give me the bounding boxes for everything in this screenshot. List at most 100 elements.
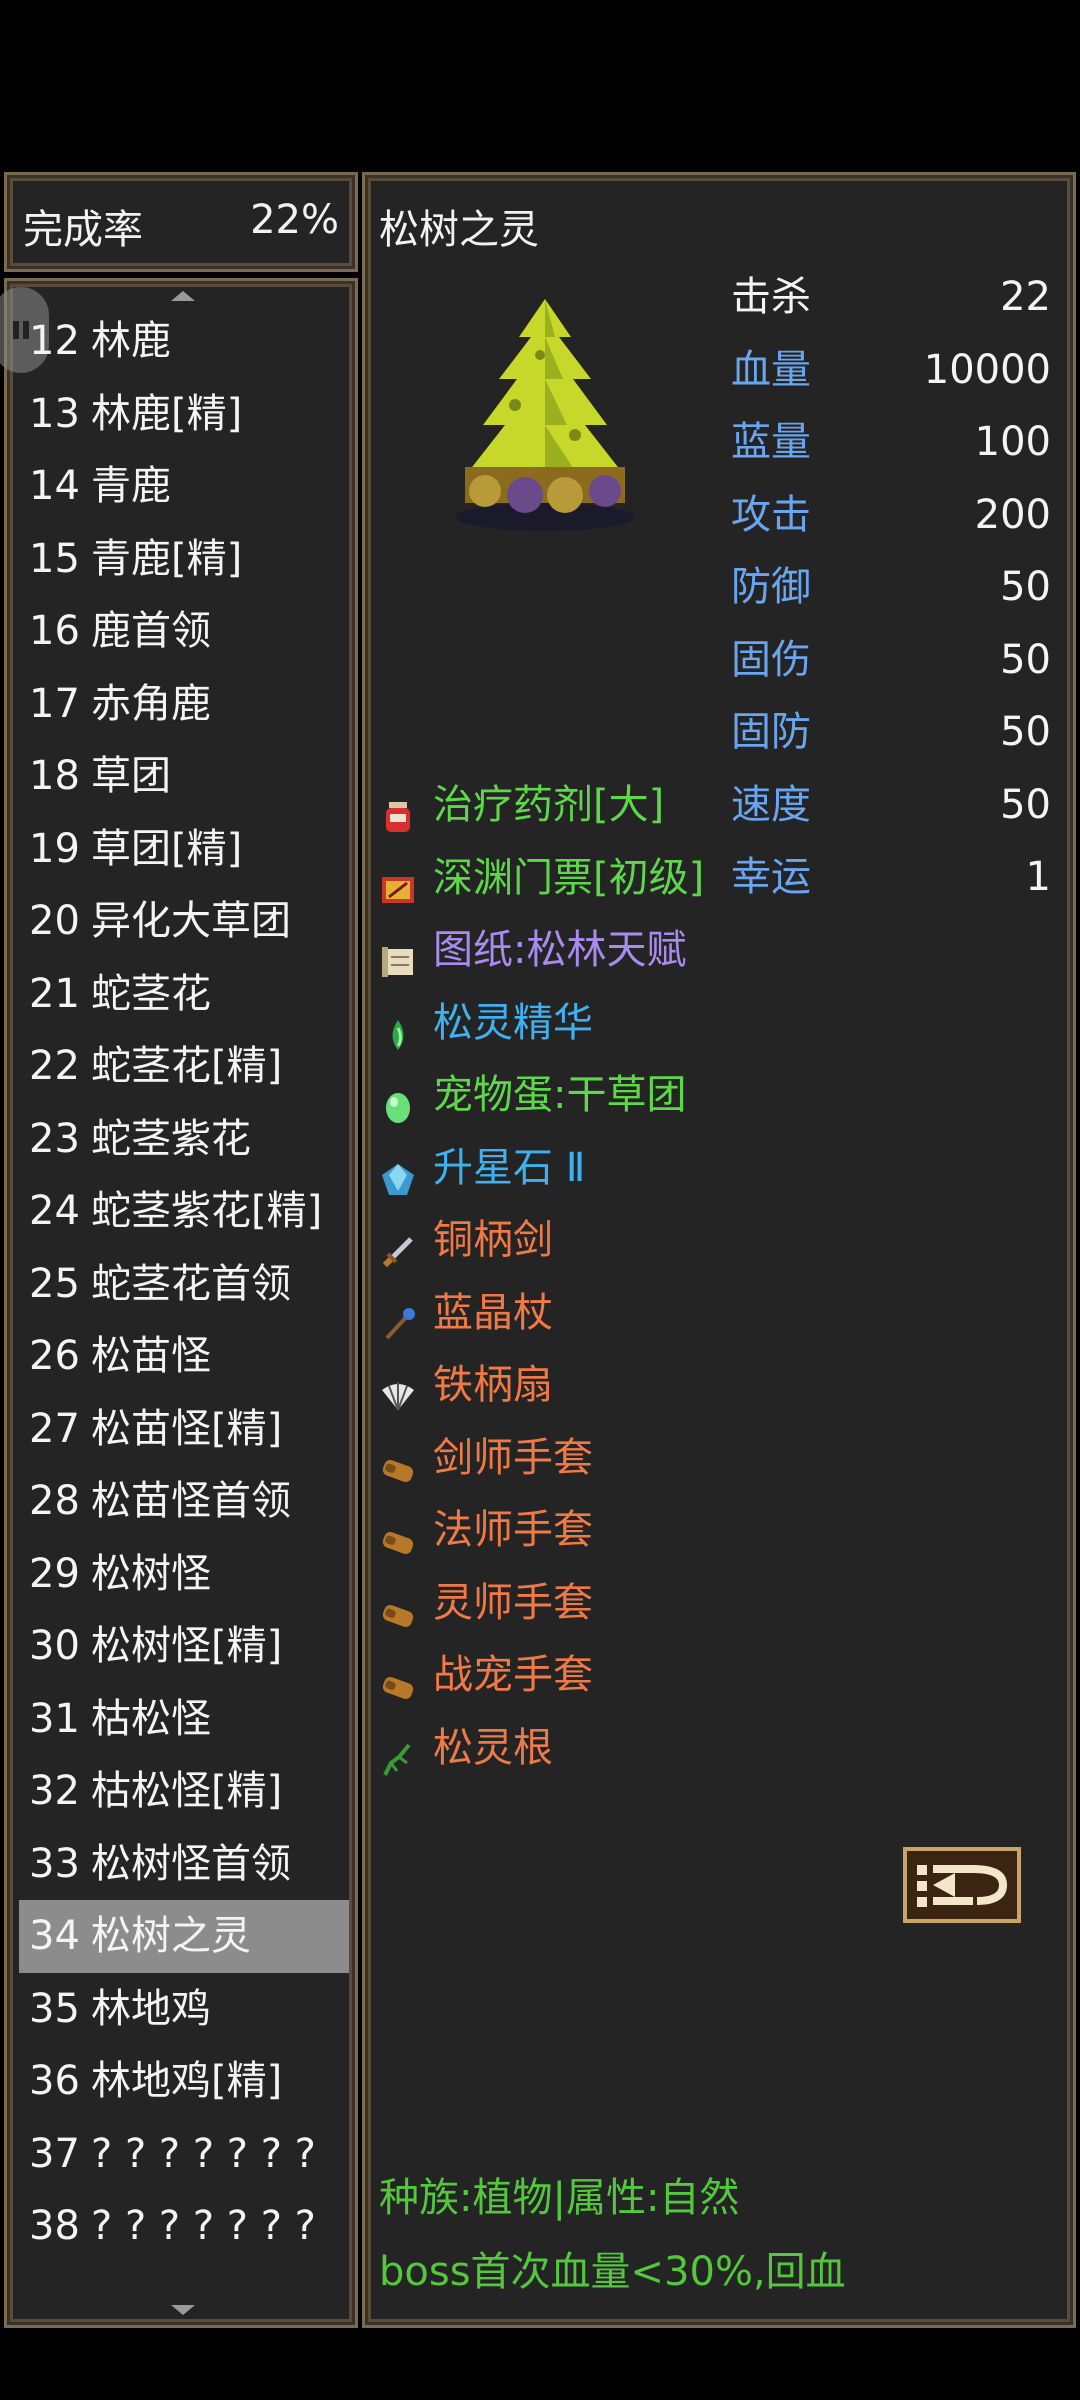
back-button[interactable] [903,1847,1021,1923]
list-item-number: 14 [29,463,80,509]
scroll-icon [379,932,417,977]
list-item[interactable]: 18 草团 [19,740,349,813]
drop-item[interactable]: 升星石 Ⅱ [379,1132,739,1205]
drop-item-name: 宠物蛋:干草团 [433,1072,687,1118]
list-item[interactable]: 27 松苗怪[精] [19,1393,349,1466]
drop-item-name: 蓝晶杖 [433,1289,553,1336]
stat-value: 100 [974,419,1051,465]
list-item[interactable]: 23 蛇茎紫花 [19,1103,349,1176]
egg-icon [379,1077,417,1123]
stat-row: 蓝量 100 [731,406,1051,479]
list-item-name: ? ? ? ? ? ? ? [91,2203,316,2249]
drop-item[interactable]: 治疗药剂[大] [379,769,739,842]
list-item[interactable]: 26 松苗怪 [19,1320,349,1393]
list-item[interactable]: 16 鹿首领 [19,595,349,668]
scroll-up-icon[interactable] [171,291,195,301]
monster-detail-panel: 松树之灵 击杀 22 血量 10000 蓝量 100 攻击 200 防御 50 固伤 50 固防 50 速度… [362,172,1076,2328]
list-item[interactable]: 12 林鹿 [19,305,349,378]
stat-row: 防御 50 [731,551,1051,624]
sword-icon [379,1222,417,1268]
stat-label: 幸运 [731,854,811,900]
list-item-number: 38 [29,2203,80,2249]
list-item-number: 21 [29,970,80,1017]
list-item[interactable]: 32 枯松怪[精] [19,1755,349,1828]
stat-value: 22 [1000,274,1051,320]
list-item-number: 27 [29,1405,80,1452]
list-item[interactable]: 37? ? ? ? ? ? ? [19,2118,349,2191]
stat-label: 蓝量 [731,419,811,465]
list-item[interactable]: 14 青鹿 [19,450,349,523]
drop-item[interactable]: 灵师手套 [379,1567,739,1640]
drop-item-name: 升星石 Ⅱ [433,1144,586,1191]
completion-panel: 完成率 22% [4,172,358,272]
drop-item-name: 图纸:松林天赋 [433,927,687,973]
fan-icon [379,1367,417,1411]
list-item[interactable]: 28 松苗怪首领 [19,1465,349,1538]
drop-item[interactable]: 宠物蛋:干草团 [379,1059,739,1132]
stat-row: 速度 50 [731,769,1051,842]
list-item[interactable]: 15 青鹿[精] [19,523,349,596]
monster-list-panel[interactable]: 12 林鹿 13 林鹿[精] 14 青鹿 15 青鹿[精] 16 鹿首领 17 赤角鹿 18 草团 19 草团… [0,278,358,2328]
drop-item[interactable]: 铁柄扇 [379,1349,739,1422]
drop-item-name: 铜柄剑 [433,1217,553,1263]
list-item-name: 蛇茎紫花[精] [91,1188,323,1234]
drop-item[interactable]: 战宠手套 [379,1639,739,1712]
drop-item[interactable]: 松灵根 [379,1712,739,1785]
drop-item[interactable]: 松灵精华 [379,987,739,1060]
list-item-number: 31 [29,1695,80,1742]
stat-label: 血量 [731,346,811,393]
drop-item[interactable]: 深渊门票[初级] [379,842,739,915]
list-item-name: 松树怪[精] [91,1623,283,1669]
glove-icon [379,1585,417,1627]
stat-label: 速度 [731,781,811,828]
list-item-name: 枯松怪 [91,1695,211,1742]
list-item[interactable]: 34 松树之灵 [19,1900,349,1973]
list-item[interactable]: 20 异化大草团 [19,885,349,958]
list-item[interactable]: 13 林鹿[精] [19,378,349,451]
stat-value: 1 [1025,854,1051,900]
potion-icon [379,787,417,832]
list-item-number: 15 [29,535,80,582]
list-item-name: 赤角鹿 [91,680,211,727]
list-item[interactable]: 29 松树怪 [19,1538,349,1611]
stat-label: 击杀 [731,274,811,320]
drop-item[interactable]: 剑师手套 [379,1422,739,1495]
list-item-number: 24 [29,1188,80,1234]
list-item[interactable]: 38? ? ? ? ? ? ? [19,2190,349,2263]
drop-item[interactable]: 法师手套 [379,1494,739,1567]
scroll-down-icon[interactable] [171,2305,195,2315]
essence-icon [379,1005,417,1050]
list-item[interactable]: 30 松树怪[精] [19,1610,349,1683]
list-item[interactable]: 21 蛇茎花 [19,958,349,1031]
list-item-name: 松树怪 [91,1550,211,1597]
list-item[interactable]: 35 林地鸡 [19,1973,349,2046]
drop-item[interactable]: 蓝晶杖 [379,1277,739,1350]
ticket-icon [379,860,417,903]
list-item[interactable]: 24 蛇茎紫花[精] [19,1175,349,1248]
stat-label: 防御 [731,564,811,610]
list-item-name: 松苗怪[精] [91,1405,283,1452]
stat-row: 固伤 50 [731,624,1051,697]
list-item-name: 松苗怪 [91,1333,211,1379]
glove-icon [379,1657,417,1699]
list-item-number: 28 [29,1478,80,1524]
pine-spirit-sprite [455,299,635,531]
drop-item-name: 松灵精华 [433,999,593,1046]
stat-row: 固防 50 [731,696,1051,769]
drop-item[interactable]: 铜柄剑 [379,1204,739,1277]
staff-icon [379,1295,417,1339]
list-item[interactable]: 33 松树怪首领 [19,1828,349,1901]
list-item[interactable]: 22 蛇茎花[精] [19,1030,349,1103]
list-item[interactable]: 25 蛇茎花首领 [19,1248,349,1321]
list-item[interactable]: 17 赤角鹿 [19,668,349,741]
list-item-number: 35 [29,1985,80,2032]
list-item-name: 林鹿 [91,318,171,364]
list-item[interactable]: 31 枯松怪 [19,1683,349,1756]
drop-item[interactable]: 图纸:松林天赋 [379,914,739,987]
list-item-name: 青鹿[精] [91,535,243,582]
list-item[interactable]: 36 林地鸡[精] [19,2045,349,2118]
list-item-name: 蛇茎花首领 [91,1260,291,1307]
list-item[interactable]: 19 草团[精] [19,813,349,886]
list-item-name: 异化大草团 [91,898,291,944]
drop-item-name: 灵师手套 [433,1579,593,1626]
